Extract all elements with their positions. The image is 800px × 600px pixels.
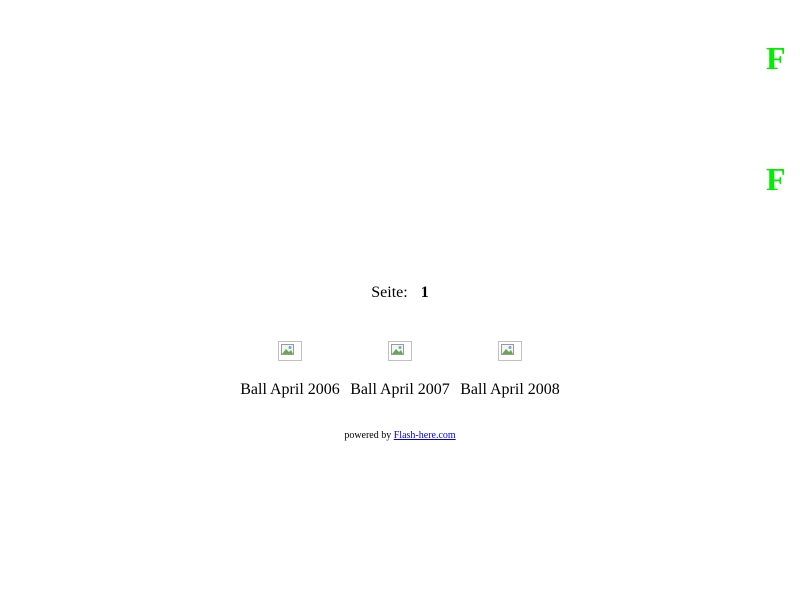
gallery: Ball April 2006 Ball April 2007 Ball Apr… [235,341,565,399]
gallery-caption[interactable]: Ball April 2006 [240,381,340,399]
side-mark-top: F [766,40,786,76]
flash-here-link[interactable]: Flash-here.com [394,430,456,441]
gallery-caption[interactable]: Ball April 2007 [350,381,450,399]
side-mark-bottom: F [766,161,786,197]
gallery-item[interactable]: Ball April 2006 [235,341,345,399]
gallery-caption[interactable]: Ball April 2008 [460,381,560,399]
broken-image-icon[interactable] [498,341,522,361]
broken-image-icon[interactable] [388,341,412,361]
page-number-link[interactable]: 1 [421,284,429,301]
gallery-item[interactable]: Ball April 2008 [455,341,565,399]
powered-by-label: powered by [344,430,392,441]
page: F F Seite: 1 Ball April 2006 Ball April … [0,0,800,600]
pager-label: Seite: [371,284,408,301]
gallery-item[interactable]: Ball April 2007 [345,341,455,399]
pager: Seite: 1 [0,284,800,302]
powered-by-footer: powered by Flash-here.com [0,430,800,442]
broken-image-icon[interactable] [278,341,302,361]
